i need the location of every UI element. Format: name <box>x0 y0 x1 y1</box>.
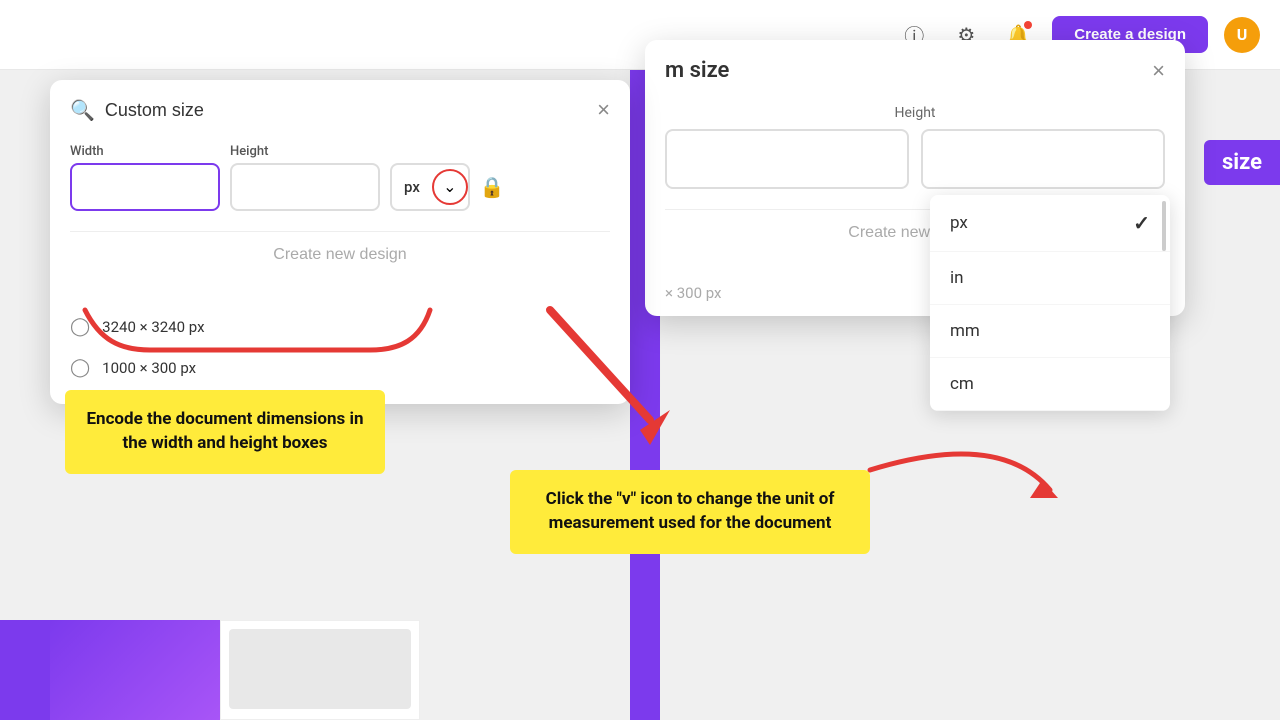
unit-option-in[interactable]: in <box>930 252 1170 305</box>
clock-icon: ◯ <box>70 357 90 378</box>
unit-label: px <box>392 178 432 196</box>
right-width-input[interactable] <box>665 129 909 189</box>
thumb-card-template[interactable] <box>220 620 420 720</box>
unit-option-in-label: in <box>950 268 964 288</box>
custom-size-title-input[interactable] <box>105 100 587 121</box>
thumb-purple-bar <box>0 620 50 720</box>
clock-icon: ◯ <box>70 316 90 337</box>
recent-size-1: 3240 × 3240 px <box>102 318 204 336</box>
right-height-label: Height <box>665 105 1165 121</box>
notification-dot <box>1024 21 1032 29</box>
width-group: Width <box>70 144 220 211</box>
height-label: Height <box>230 144 380 159</box>
list-item[interactable]: ◯ 1000 × 300 px <box>70 347 610 388</box>
list-item[interactable]: ◯ 3240 × 3240 px <box>70 306 610 347</box>
dialog-left: 🔍 × Width Height px ⌄ 🔒 Create new desig… <box>50 80 630 404</box>
unit-option-cm-label: cm <box>950 374 974 394</box>
search-icon: 🔍 <box>70 98 95 122</box>
thumb-card-preview <box>229 629 411 709</box>
unit-option-mm-label: mm <box>950 321 980 341</box>
tooltip-right-text: Click the "v" icon to change the unit of… <box>546 489 835 533</box>
unit-dropdown-trigger[interactable]: ⌄ <box>432 169 468 205</box>
dialog-left-header: 🔍 × <box>50 80 630 134</box>
dimension-row: Width Height px ⌄ 🔒 <box>70 144 610 211</box>
right-height-input[interactable] <box>921 129 1165 189</box>
create-new-design-button[interactable]: Create new design <box>70 231 610 278</box>
unit-option-px[interactable]: px ✓ <box>930 195 1170 252</box>
lock-icon[interactable]: 🔒 <box>480 175 505 199</box>
dialog-right-close-button[interactable]: × <box>1152 60 1165 82</box>
scroll-thumb <box>1162 201 1166 251</box>
dialog-left-body: Width Height px ⌄ 🔒 Create new design <box>50 134 630 298</box>
size-label: size <box>1204 140 1280 185</box>
unit-dropdown: px ✓ in mm cm <box>930 195 1170 411</box>
height-input[interactable] <box>230 163 380 211</box>
unit-selector: px ⌄ <box>390 163 470 211</box>
width-input[interactable] <box>70 163 220 211</box>
right-inputs-row <box>665 129 1165 189</box>
unit-option-mm[interactable]: mm <box>930 305 1170 358</box>
tooltip-left: Encode the document dimensions in the wi… <box>65 390 385 474</box>
checkmark-icon: ✓ <box>1133 211 1150 235</box>
dialog-right-header: m size × <box>645 40 1185 95</box>
thumb-label <box>129 664 141 676</box>
tooltip-right: Click the "v" icon to change the unit of… <box>510 470 870 554</box>
height-group: Height <box>230 144 380 211</box>
recent-list: ◯ 3240 × 3240 px ◯ 1000 × 300 px <box>50 298 630 404</box>
bottom-thumbnails <box>0 620 1280 720</box>
avatar[interactable]: U <box>1224 17 1260 53</box>
width-label: Width <box>70 144 220 159</box>
thumb-purple-template[interactable] <box>50 620 220 720</box>
unit-option-cm[interactable]: cm <box>930 358 1170 411</box>
dialog-right-title: m size <box>665 58 729 83</box>
tooltip-left-text: Encode the document dimensions in the wi… <box>86 409 363 453</box>
dialog-left-close-button[interactable]: × <box>597 99 610 121</box>
chevron-down-icon: ⌄ <box>443 177 456 196</box>
unit-option-px-label: px <box>950 213 968 233</box>
scrollbar[interactable] <box>1161 195 1167 411</box>
recent-size-2: 1000 × 300 px <box>102 359 196 377</box>
